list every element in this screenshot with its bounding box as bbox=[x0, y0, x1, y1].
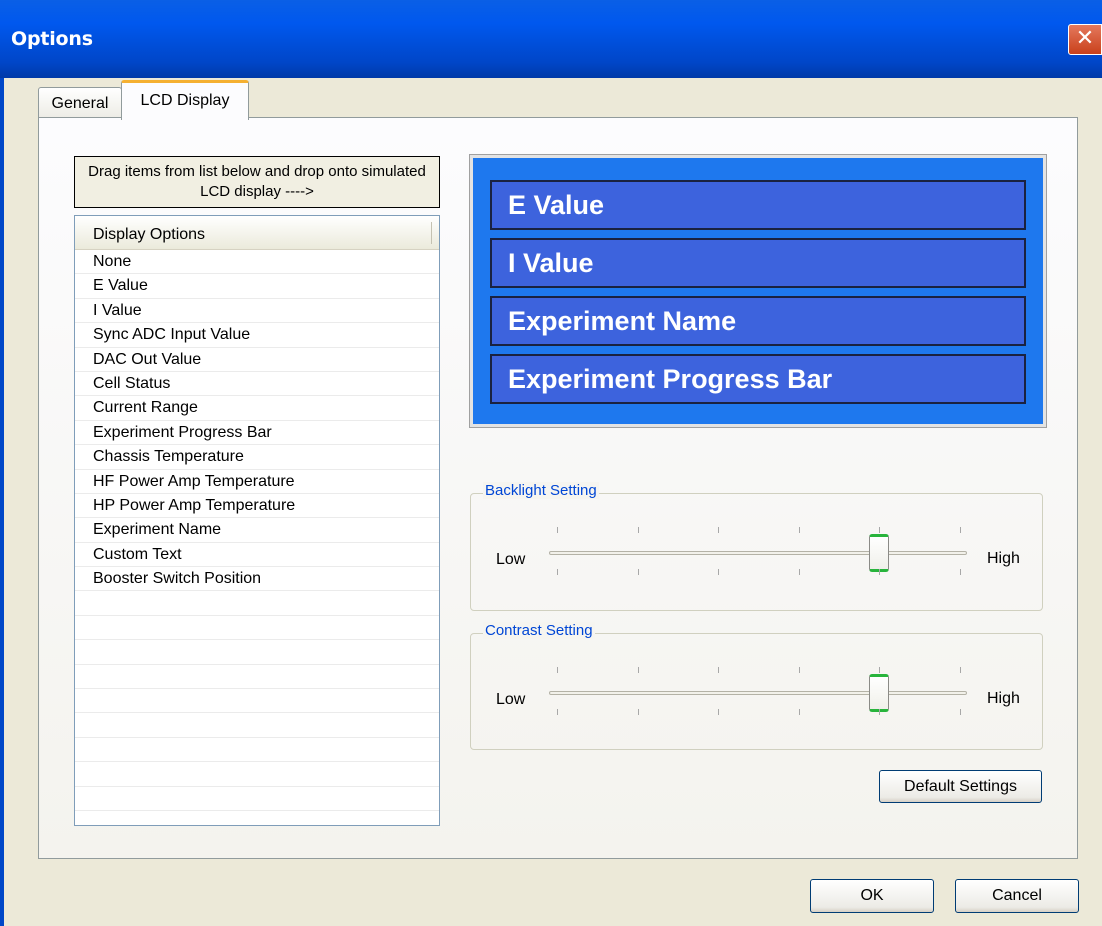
empty-list-row bbox=[75, 811, 439, 825]
empty-list-row bbox=[75, 591, 439, 616]
backlight-slider-tick bbox=[718, 527, 719, 533]
window-border bbox=[0, 78, 4, 926]
list-item[interactable]: HF Power Amp Temperature bbox=[75, 470, 439, 494]
empty-list-row bbox=[75, 616, 439, 641]
list-item[interactable]: Booster Switch Position bbox=[75, 567, 439, 592]
list-item[interactable]: E Value bbox=[75, 274, 439, 299]
tab-general[interactable]: General bbox=[38, 87, 122, 119]
list-item[interactable]: Custom Text bbox=[75, 543, 439, 568]
contrast-low-label: Low bbox=[496, 691, 526, 708]
backlight-slider-tick bbox=[879, 569, 880, 575]
backlight-setting-group: Backlight Setting Low High bbox=[470, 482, 1043, 611]
lcd-line-1[interactable]: E Value bbox=[490, 180, 1026, 230]
backlight-slider-tick bbox=[557, 527, 558, 533]
backlight-slider-tick bbox=[557, 569, 558, 575]
backlight-slider-tick bbox=[637, 569, 639, 575]
backlight-slider-tick bbox=[798, 569, 800, 575]
backlight-high-label: High bbox=[987, 550, 1020, 567]
lcd-line-2[interactable]: I Value bbox=[490, 238, 1026, 288]
contrast-slider-thumb[interactable] bbox=[869, 674, 889, 712]
simulated-lcd-display[interactable]: E Value I Value Experiment Name Experime… bbox=[469, 154, 1047, 428]
list-item[interactable]: I Value bbox=[75, 299, 439, 324]
list-item[interactable]: Chassis Temperature bbox=[75, 445, 439, 470]
tab-lcd-display[interactable]: LCD Display bbox=[121, 80, 249, 120]
backlight-slider-track[interactable] bbox=[549, 551, 967, 555]
column-header-display-options[interactable]: Display Options bbox=[75, 216, 439, 250]
empty-list-row bbox=[75, 665, 439, 690]
backlight-slider-thumb[interactable] bbox=[869, 534, 889, 572]
empty-list-row bbox=[75, 713, 439, 738]
contrast-slider-tick bbox=[718, 667, 719, 673]
list-item[interactable]: HP Power Amp Temperature bbox=[75, 494, 439, 519]
backlight-low-label: Low bbox=[496, 551, 526, 568]
drag-hint: Drag items from list below and drop onto… bbox=[74, 156, 440, 208]
contrast-setting-title: Contrast Setting bbox=[483, 622, 595, 639]
backlight-setting-title: Backlight Setting bbox=[483, 482, 599, 499]
cancel-button[interactable]: Cancel bbox=[955, 879, 1079, 913]
list-item[interactable]: Experiment Name bbox=[75, 518, 439, 543]
contrast-slider-tick bbox=[959, 667, 961, 673]
contrast-slider-tick bbox=[637, 667, 639, 673]
ok-button[interactable]: OK bbox=[810, 879, 934, 913]
empty-list-row bbox=[75, 787, 439, 811]
empty-list-row bbox=[75, 762, 439, 787]
list-item[interactable]: None bbox=[75, 250, 439, 275]
empty-list-row bbox=[75, 738, 439, 763]
contrast-slider-tick bbox=[718, 709, 719, 715]
list-item[interactable]: DAC Out Value bbox=[75, 348, 439, 372]
contrast-slider-tick bbox=[798, 709, 800, 715]
display-options-list[interactable]: Display Options None E Value I Value Sync A… bbox=[74, 215, 440, 826]
backlight-slider-tick bbox=[959, 569, 961, 575]
contrast-slider-tick bbox=[879, 667, 880, 673]
lcd-line-3[interactable]: Experiment Name bbox=[490, 296, 1026, 346]
list-item[interactable]: Cell Status bbox=[75, 372, 439, 397]
contrast-slider-track[interactable] bbox=[549, 691, 967, 695]
close-button[interactable]: ✕ bbox=[1068, 24, 1102, 55]
default-settings-button[interactable]: Default Settings bbox=[879, 770, 1042, 803]
list-item[interactable]: Experiment Progress Bar bbox=[75, 421, 439, 446]
contrast-setting-group: Contrast Setting Low High bbox=[470, 622, 1043, 750]
title-bar[interactable]: Options ✕ bbox=[0, 0, 1102, 78]
window-title: Options bbox=[11, 28, 93, 50]
contrast-high-label: High bbox=[987, 690, 1020, 707]
lcd-line-4[interactable]: Experiment Progress Bar bbox=[490, 354, 1026, 404]
list-item[interactable]: Sync ADC Input Value bbox=[75, 323, 439, 348]
contrast-slider-tick bbox=[557, 667, 558, 673]
contrast-slider-tick bbox=[557, 709, 558, 715]
contrast-slider-tick bbox=[879, 709, 880, 715]
contrast-slider-tick bbox=[959, 709, 961, 715]
backlight-slider-tick bbox=[637, 527, 639, 533]
empty-list-row bbox=[75, 689, 439, 714]
backlight-slider-tick bbox=[959, 527, 961, 533]
backlight-slider-tick bbox=[879, 527, 880, 533]
backlight-slider-tick bbox=[718, 569, 719, 575]
contrast-slider-tick bbox=[798, 667, 800, 673]
backlight-slider-tick bbox=[798, 527, 800, 533]
contrast-slider-tick bbox=[637, 709, 639, 715]
empty-list-row bbox=[75, 640, 439, 665]
list-item[interactable]: Current Range bbox=[75, 396, 439, 421]
